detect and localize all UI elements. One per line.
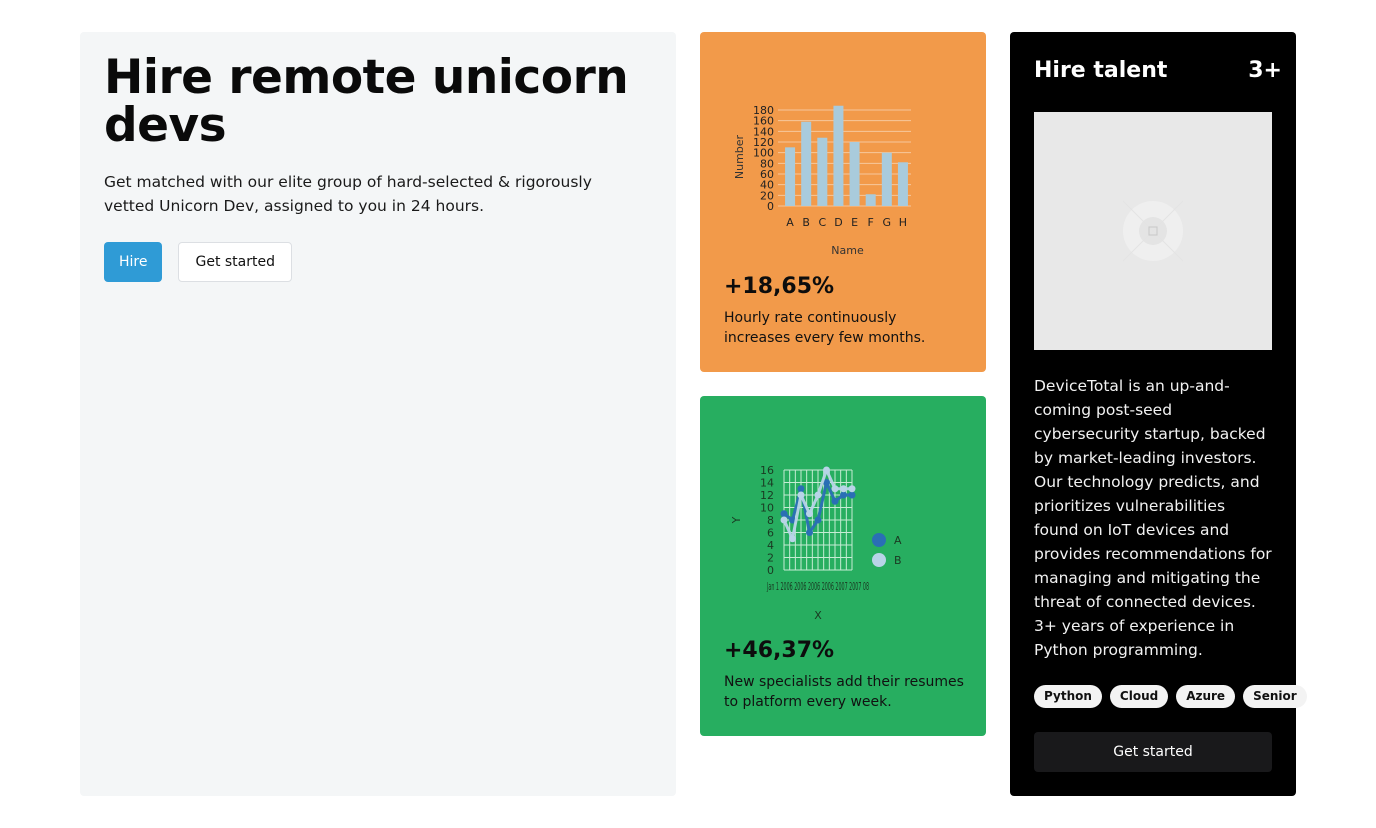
hourly-rate-stat: +18,65% [724, 274, 835, 299]
series-b-point [831, 485, 839, 493]
line-y-tick-label: 14 [760, 477, 774, 490]
series-a-point [840, 491, 847, 499]
series-b-point [840, 485, 847, 493]
line-x-tick-labels: Jan 1 2006 2006 2006 2006 2007 2007 08 [767, 580, 869, 593]
talent-get-started-button[interactable]: Get started [1034, 732, 1272, 772]
line-y-tick-label: 16 [760, 464, 774, 477]
line-y-tick-label: 0 [767, 564, 774, 577]
get-started-button[interactable]: Get started [178, 242, 292, 282]
talent-tags: Python Cloud Azure Senior [1034, 685, 1307, 708]
legend-marker-b [872, 553, 886, 567]
bar-d [833, 105, 844, 206]
hero-title: Hire remote unicorn devs [104, 50, 629, 153]
talent-title: Hire talent [1034, 58, 1168, 83]
talent-count: 3+ [1248, 58, 1282, 83]
series-b-point [797, 491, 805, 499]
line-y-tick-label: 2 [767, 552, 774, 565]
tag-senior[interactable]: Senior [1243, 685, 1307, 708]
hourly-rate-description: Hourly rate continuously increases every… [724, 310, 926, 346]
bar-a [785, 147, 796, 206]
bar-b [801, 121, 812, 206]
series-a-point [797, 485, 805, 493]
line-y-tick-label: 4 [767, 539, 774, 552]
bar-e [849, 142, 860, 206]
line-y-tick-label: 6 [767, 527, 774, 540]
legend-label-a: A [894, 534, 902, 547]
series-a-point [806, 529, 813, 536]
bar-g [881, 152, 892, 206]
line-y-axis-label: Y [730, 516, 743, 524]
tag-python[interactable]: Python [1034, 685, 1102, 708]
image-placeholder-icon [1122, 200, 1184, 262]
line-y-tick-label: 10 [760, 502, 774, 515]
hourly-rate-card: 0 20 40 60 80 100 120 140 160 180 A B C D E F G H Name Numb… [700, 32, 986, 372]
specialists-description: New specialists add their resumes to pla… [724, 674, 964, 710]
talent-description: DeviceTotal is an up-and-coming post-see… [1034, 377, 1272, 659]
series-a-point [814, 516, 822, 524]
line-x-axis-label: X [814, 609, 822, 622]
hero-section: Hire remote unicorn devs Get matched wit… [80, 32, 676, 796]
series-a-point [848, 491, 856, 499]
specialists-stat: +46,37% [724, 638, 835, 663]
hire-talent-card: Hire talent 3+ DeviceTotal is an up-and-… [1010, 32, 1307, 796]
series-b-point [806, 510, 813, 518]
series-b-point [814, 491, 822, 499]
hire-button[interactable]: Hire [104, 242, 163, 282]
bar-f [865, 194, 876, 206]
specialists-card: 0 2 4 6 8 10 12 14 16 Jan 1 2006 2006 2006 2006 2… [700, 396, 986, 736]
bar-x-tick-label: B [802, 216, 810, 229]
series-a-point [780, 510, 788, 518]
line-y-tick-label: 8 [767, 514, 774, 527]
bar-y-axis-label: Number [733, 134, 746, 179]
hero-description: Get matched with our elite group of hard… [104, 173, 592, 215]
talent-image [1034, 112, 1272, 350]
series-b-point [789, 535, 796, 543]
bar-x-tick-label: A [786, 216, 794, 229]
bar-x-tick-label: D [834, 216, 842, 229]
line-chart: 0246810121416 Jan 1 2006 2006 2006 2006 2… [730, 464, 902, 622]
legend-label-b: B [894, 554, 902, 567]
legend-marker-a [872, 533, 886, 547]
bar-x-tick-label: C [818, 216, 826, 229]
bar-x-tick-label: E [851, 216, 858, 229]
bar-x-tick-label: F [868, 216, 874, 229]
series-a-point [831, 497, 839, 505]
tag-cloud[interactable]: Cloud [1109, 685, 1169, 708]
series-b-point [823, 466, 830, 474]
hero-button-row: Hire Get started [104, 242, 652, 282]
bar-c [817, 137, 828, 206]
bar-y-tick-label: 180 [753, 104, 774, 117]
bar-x-axis-label: Name [831, 244, 864, 257]
series-b-point [848, 485, 856, 493]
line-y-tick-label: 12 [760, 489, 774, 502]
bar-chart: 020406080100120140160180A B C D E F G HNameNumb… [733, 104, 911, 257]
series-b-point [780, 516, 788, 524]
tag-azure[interactable]: Azure [1176, 685, 1236, 708]
bar-x-tick-label: H [899, 216, 907, 229]
bar-x-tick-label: G [883, 216, 892, 229]
bar-h [897, 162, 908, 206]
